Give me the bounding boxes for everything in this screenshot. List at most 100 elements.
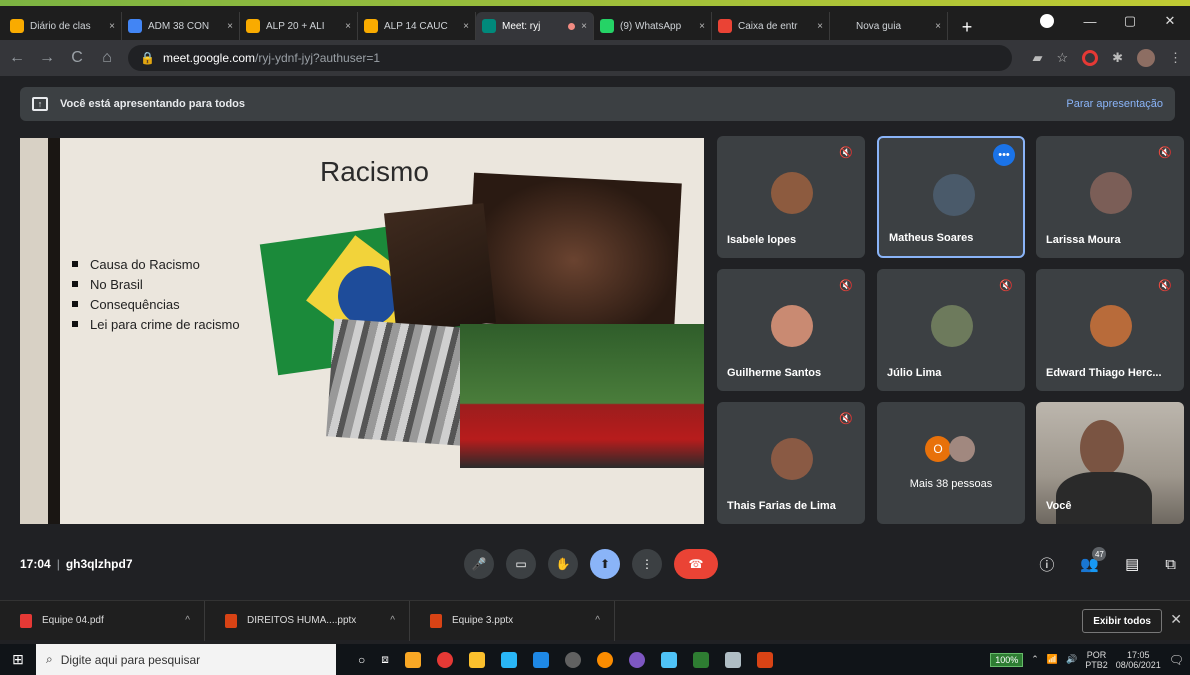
more-options-icon[interactable]: ⋮ [632,549,662,579]
network-icon[interactable]: 📶 [1047,654,1058,665]
bullet-text: No Brasil [90,276,143,292]
chrome-icon[interactable] [596,651,613,668]
tray-chevron-icon[interactable]: ⌃ [1031,654,1039,665]
notifications-icon[interactable]: 🗨 [1169,653,1184,667]
reload-icon[interactable]: C [68,49,86,67]
mic-icon[interactable]: 🎤 [464,549,494,579]
browser-tab[interactable]: ADM 38 CON × [122,12,240,40]
taskbar-search[interactable]: ⌕ Digite aqui para pesquisar [36,644,336,675]
home-icon[interactable]: ⌂ [98,49,116,67]
puzzle-extensions-icon[interactable]: ✱ [1112,50,1123,66]
browser-tab[interactable]: (9) WhatsApp × [594,12,712,40]
download-item[interactable]: Equipe 3.pptx ^ [410,600,615,641]
bullet-square-icon [72,261,78,267]
show-all-downloads-button[interactable]: Exibir todos [1082,609,1162,633]
lock-icon: 🔒 [140,51,155,65]
forward-icon[interactable]: → [38,49,56,67]
minimize-button[interactable]: — [1070,14,1110,29]
account-avatar[interactable] [1137,49,1155,67]
profile-icon[interactable] [1040,14,1054,28]
app-icon-3[interactable] [564,651,581,668]
tab-title: Nova guia [856,20,902,32]
people-icon[interactable]: 👥 47 [1080,547,1107,573]
participant-tile[interactable]: Thais Farias de Lima 🔇 [717,402,865,524]
app-icon-1[interactable] [404,651,421,668]
tab-title: Meet: ryj [502,20,541,32]
windows-start-icon[interactable]: ⊞ [0,644,36,675]
chat-icon[interactable]: ▤ [1125,555,1139,573]
url-field[interactable]: 🔒 meet.google.com/ryj-ydnf-jyj?authuser=… [128,45,1013,71]
download-item[interactable]: Equipe 04.pdf ^ [0,600,205,641]
avatar [949,436,975,462]
participant-name: Matheus Soares [889,232,974,244]
close-tab-icon[interactable]: × [817,21,823,32]
chevron-up-icon[interactable]: ^ [595,615,600,626]
new-tab-button[interactable]: + [954,14,980,40]
back-icon[interactable]: ← [8,49,26,67]
close-downloads-icon[interactable]: ✕ [1170,611,1182,628]
browser-tab[interactable]: Meet: ryj × [476,12,594,40]
windows-taskbar: ⊞ ⌕ Digite aqui para pesquisar ○ ⧈ 100% … [0,644,1190,675]
self-video-tile[interactable]: Você [1036,402,1184,524]
meeting-details-icon[interactable]: ⓘ [1039,554,1054,575]
close-tab-icon[interactable]: × [935,21,941,32]
stop-presenting-button[interactable]: Parar apresentação [1066,98,1163,110]
language-indicator[interactable]: POR PTB2 [1085,650,1108,670]
word-icon[interactable] [532,651,549,668]
raise-hand-icon[interactable]: ✋ [548,549,578,579]
camera-icon[interactable]: ▭ [506,549,536,579]
child-photo [384,203,496,333]
opera-extension-icon[interactable] [1082,50,1099,66]
opera-app-icon[interactable] [436,651,453,668]
tab-title: ADM 38 CON [148,20,210,32]
presenting-banner: ↑ Você está apresentando para todos Para… [20,87,1175,121]
browser-tab[interactable]: Caixa de entr × [712,12,830,40]
close-tab-icon[interactable]: × [345,21,351,32]
participant-tile[interactable]: Guilherme Santos 🔇 [717,269,865,391]
close-tab-icon[interactable]: × [699,21,705,32]
participant-tile[interactable]: Isabele lopes 🔇 [717,136,865,258]
chevron-up-icon[interactable]: ^ [390,615,395,626]
participant-tile[interactable]: Larissa Moura 🔇 [1036,136,1184,258]
tile-more-options-icon[interactable]: ••• [993,144,1015,166]
present-icon[interactable]: ⬆ [590,549,620,579]
cortana-icon[interactable]: ○ [358,653,365,667]
close-tab-icon[interactable]: × [581,21,587,32]
excel-icon[interactable] [692,651,709,668]
browser-tab[interactable]: ALP 20 + ALI × [240,12,358,40]
tab-title: (9) WhatsApp [620,20,682,32]
close-tab-icon[interactable]: × [109,21,115,32]
app-icon-6[interactable] [724,651,741,668]
slide-bullets: Causa do Racismo No Brasil Consequências Le… [72,254,240,334]
file-explorer-icon[interactable] [468,651,485,668]
close-tab-icon[interactable]: × [463,21,469,32]
browser-tab[interactable]: Diário de clas × [4,12,122,40]
avatar [771,438,813,480]
browser-tab[interactable]: ALP 14 CAUC × [358,12,476,40]
close-window-button[interactable]: ✕ [1150,13,1190,29]
powerpoint-icon[interactable] [756,651,773,668]
more-participants-tile[interactable]: O Mais 38 pessoas [877,402,1025,524]
close-tab-icon[interactable]: × [227,21,233,32]
volume-icon[interactable]: 🔊 [1066,654,1077,665]
activities-icon[interactable]: ⧉ [1165,556,1176,573]
participant-tile[interactable]: Matheus Soares ••• [877,136,1025,258]
chevron-up-icon[interactable]: ^ [185,615,190,626]
menu-kebab-icon[interactable]: ⋮ [1169,50,1182,66]
participant-tile[interactable]: Edward Thiago Herc... 🔇 [1036,269,1184,391]
task-view-icon[interactable]: ⧈ [381,652,389,667]
download-item[interactable]: DIREITOS HUMA....pptx ^ [205,600,410,641]
participant-tile[interactable]: Júlio Lima 🔇 [877,269,1025,391]
browser-tab[interactable]: Nova guia × [830,12,948,40]
mic-muted-icon: 🔇 [839,413,853,425]
bookmark-star-icon[interactable]: ☆ [1056,50,1068,66]
battery-indicator[interactable]: 100% [990,652,1024,667]
app-icon-5[interactable] [660,651,677,668]
avatar [931,305,973,347]
cast-icon[interactable]: ▰ [1032,50,1042,66]
end-call-icon[interactable]: ☎ [674,549,718,579]
app-icon-2[interactable] [500,651,517,668]
clock[interactable]: 17:05 08/06/2021 [1116,650,1161,670]
maximize-button[interactable]: ▢ [1110,13,1150,29]
app-icon-4[interactable] [628,651,645,668]
